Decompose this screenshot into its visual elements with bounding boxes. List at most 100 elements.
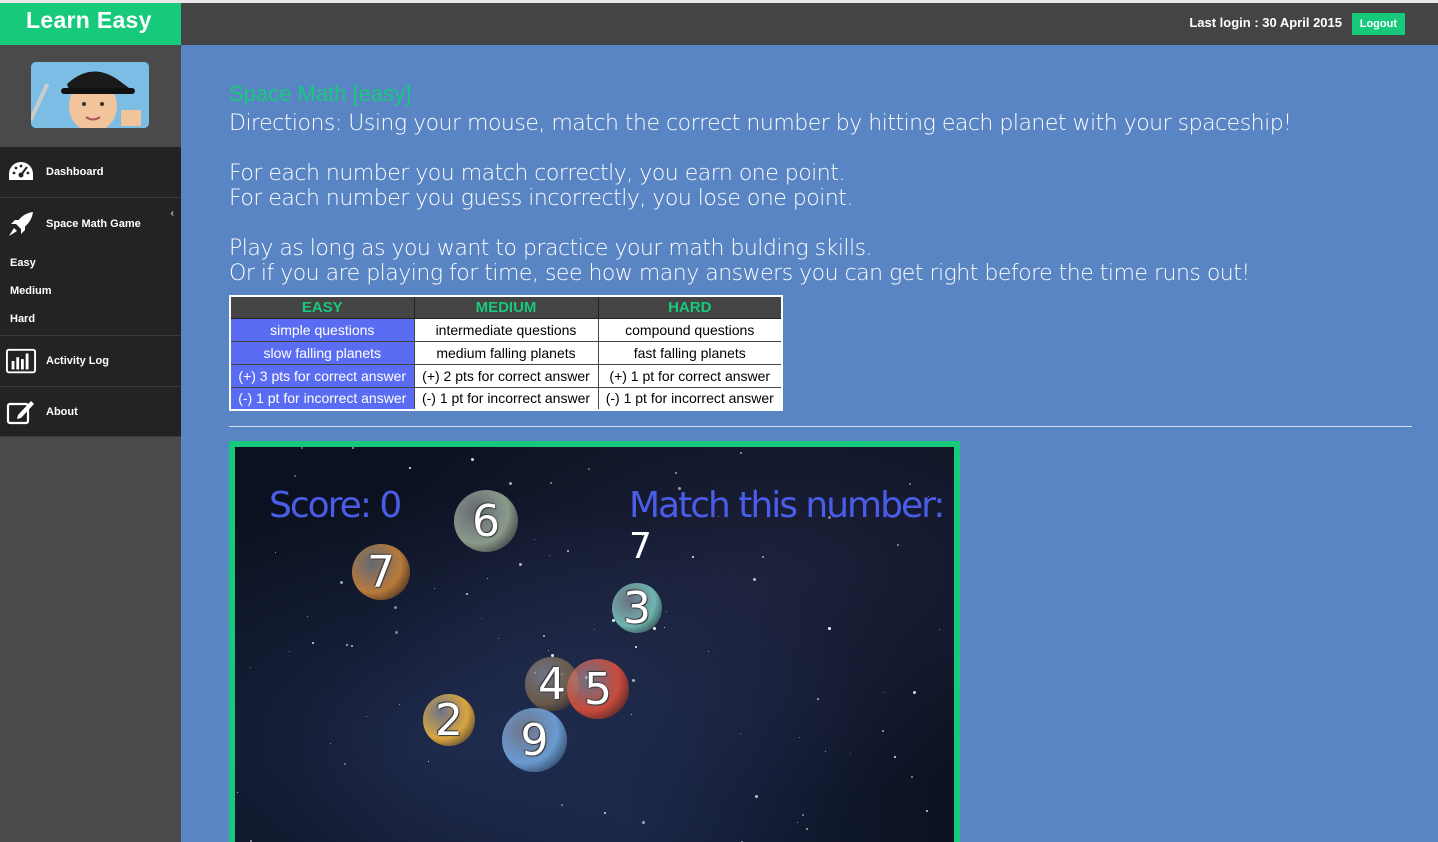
match-value: 7 xyxy=(629,526,652,567)
table-cell: slow falling planets xyxy=(229,340,415,365)
sidebar: Dashboard Space Math Game ‹ Easy Medium … xyxy=(0,45,181,842)
star xyxy=(883,692,884,693)
star xyxy=(642,821,645,824)
star xyxy=(604,812,606,814)
star xyxy=(740,452,742,454)
star xyxy=(312,642,314,644)
star xyxy=(939,629,940,630)
sidebar-item-dashboard[interactable]: Dashboard xyxy=(0,147,181,198)
star xyxy=(395,631,398,634)
difficulty-table: EASY MEDIUM HARD simple questions interm… xyxy=(229,295,783,411)
avatar xyxy=(31,62,149,128)
star xyxy=(825,751,826,752)
star xyxy=(632,679,635,682)
directions-line: For each number you match correctly, you… xyxy=(229,161,845,186)
sidebar-item-activity-log[interactable]: Activity Log xyxy=(0,336,181,387)
planet-5[interactable]: 5 xyxy=(567,659,629,719)
star xyxy=(434,588,435,589)
star xyxy=(653,627,656,630)
star xyxy=(471,458,474,461)
sidebar-item-space-math-game[interactable]: Space Math Game ‹ xyxy=(0,198,181,249)
avatar-area xyxy=(0,45,181,147)
planet-6[interactable]: 6 xyxy=(454,490,518,552)
table-cell: (+) 2 pts for correct answer xyxy=(413,363,599,388)
submenu-item-medium[interactable]: Medium xyxy=(0,277,181,305)
table-cell: (+) 3 pts for correct answer xyxy=(229,363,415,388)
planet-7[interactable]: 7 xyxy=(352,544,410,600)
table-cell: fast falling planets xyxy=(597,340,783,365)
star xyxy=(548,650,549,651)
directions-line: Or if you are playing for time, see how … xyxy=(229,261,1250,286)
sidebar-item-about[interactable]: About xyxy=(0,387,181,437)
table-header-medium: MEDIUM xyxy=(413,295,599,319)
game-canvas[interactable]: Score: 0 Match this number: 7 6 7 3 4 5 … xyxy=(229,441,960,842)
planet-number: 6 xyxy=(472,495,500,547)
star xyxy=(534,539,535,540)
logout-button[interactable]: Logout xyxy=(1351,13,1405,35)
star xyxy=(561,804,563,806)
star xyxy=(894,756,896,758)
star xyxy=(799,737,800,738)
last-login-text: Last login : 30 April 2015 xyxy=(1189,15,1342,30)
star xyxy=(850,753,851,754)
star xyxy=(394,606,397,609)
star xyxy=(549,555,550,556)
star xyxy=(250,667,251,668)
sidebar-item-label: Dashboard xyxy=(46,166,104,178)
star xyxy=(294,475,296,477)
directions-line: For each number you guess incorrectly, y… xyxy=(229,186,853,211)
directions-text: Directions: Using your mouse, match the … xyxy=(229,111,1292,311)
star xyxy=(509,482,512,485)
star xyxy=(366,716,367,717)
star xyxy=(913,691,916,694)
bar-chart-icon xyxy=(6,348,36,374)
edit-icon xyxy=(6,399,36,425)
table-row: slow falling planets medium falling plan… xyxy=(229,340,783,365)
star xyxy=(828,627,831,630)
planet-2[interactable]: 2 xyxy=(423,694,475,746)
submenu-item-easy[interactable]: Easy xyxy=(0,249,181,277)
table-cell: medium falling planets xyxy=(413,340,599,365)
star xyxy=(911,776,913,778)
table-cell: (+) 1 pt for correct answer xyxy=(597,363,783,388)
sidebar-nav: Dashboard Space Math Game ‹ Easy Medium … xyxy=(0,147,181,437)
planet-number: 9 xyxy=(520,714,549,766)
star xyxy=(487,578,488,579)
star xyxy=(926,810,928,812)
star xyxy=(428,761,429,762)
star xyxy=(740,733,741,734)
star xyxy=(289,651,290,652)
planet-3[interactable]: 3 xyxy=(612,583,662,634)
star xyxy=(237,792,238,793)
game-submenu: Easy Medium Hard xyxy=(0,249,181,336)
table-header-easy: EASY xyxy=(229,295,415,319)
star xyxy=(675,472,677,474)
top-bar: Learn Easy Last login : 30 April 2015 Lo… xyxy=(0,0,1438,48)
table-cell: (-) 1 pt for incorrect answer xyxy=(229,386,415,411)
star xyxy=(330,743,331,744)
planet-9[interactable]: 9 xyxy=(502,708,567,772)
star xyxy=(802,814,804,816)
match-label: Match this number: xyxy=(629,485,945,526)
chevron-left-icon[interactable]: ‹ xyxy=(171,208,174,219)
planet-number: 4 xyxy=(538,658,566,710)
star xyxy=(346,644,348,646)
star xyxy=(543,635,545,637)
sidebar-item-label: Activity Log xyxy=(46,355,109,367)
table-row: (-) 1 pt for incorrect answer (-) 1 pt f… xyxy=(229,386,783,411)
star xyxy=(882,730,884,732)
page-title: Space Math [easy] xyxy=(229,81,412,106)
star xyxy=(409,467,411,469)
star xyxy=(301,447,303,449)
table-row: (+) 3 pts for correct answer (+) 2 pts f… xyxy=(229,363,783,388)
planet-number: 2 xyxy=(435,694,463,746)
score-label: Score: xyxy=(269,485,372,526)
star xyxy=(351,645,353,647)
star xyxy=(588,468,590,470)
brand-logo[interactable]: Learn Easy xyxy=(0,3,181,48)
star xyxy=(399,704,400,705)
submenu-item-hard[interactable]: Hard xyxy=(0,305,181,333)
directions-line: Play as long as you want to practice you… xyxy=(229,236,873,261)
table-header-hard: HARD xyxy=(597,295,783,319)
table-cell: intermediate questions xyxy=(413,317,599,342)
